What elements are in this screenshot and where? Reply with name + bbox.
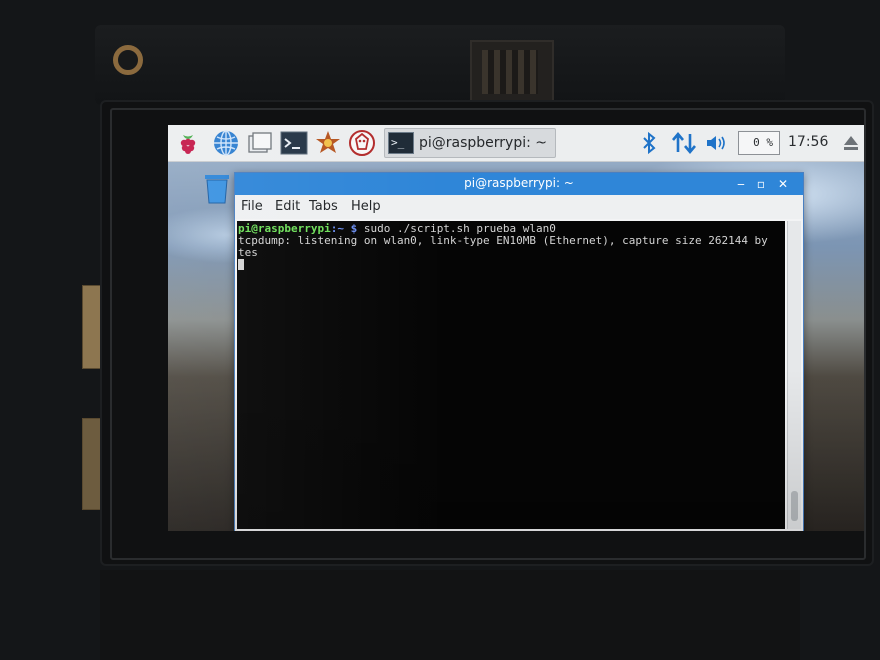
file-manager-icon[interactable] [246, 129, 274, 157]
wolfram-icon[interactable] [348, 129, 376, 157]
terminal-window: pi@raspberrypi: ~ ‒ ▫ ✕ File Edit Tabs H… [234, 172, 804, 531]
cursor-line [238, 259, 785, 272]
terminal-window-icon: >_ [388, 132, 414, 154]
pcb-board-bottom [100, 570, 800, 660]
cpu-usage-monitor[interactable]: 0 % [738, 131, 780, 155]
window-titlebar[interactable]: pi@raspberrypi: ~ ‒ ▫ ✕ [235, 173, 803, 195]
text-cursor [238, 259, 244, 270]
menu-tabs[interactable]: Tabs [309, 199, 338, 214]
menu-help[interactable]: Help [351, 199, 381, 214]
eject-icon[interactable] [842, 133, 860, 157]
raspberry-menu-icon[interactable] [174, 129, 202, 157]
scrollbar-thumb[interactable] [791, 491, 798, 521]
math-kernel-icon[interactable] [314, 129, 342, 157]
mounting-hole [113, 45, 143, 75]
terminal-output[interactable]: pi@raspberrypi:~ $ sudo ./script.sh prue… [237, 221, 785, 529]
window-title: pi@raspberrypi: ~ [464, 176, 574, 190]
bluetooth-icon[interactable] [640, 131, 658, 159]
taskbar: >_ pi@raspberrypi: ~ 0 % 17:56 [168, 125, 864, 162]
close-icon[interactable]: ✕ [775, 176, 791, 192]
taskbar-window-label: pi@raspberrypi: ~ [419, 135, 548, 151]
taskbar-window-button[interactable]: >_ pi@raspberrypi: ~ [384, 128, 556, 158]
network-icon[interactable] [671, 131, 697, 159]
pcb-board-top [95, 25, 785, 105]
output-line: tcpdump: listening on wlan0, link-type E… [238, 234, 768, 247]
terminal-icon[interactable] [280, 129, 308, 157]
gpio-connector [470, 40, 554, 106]
screen: >_ pi@raspberrypi: ~ 0 % 17:56 pi@raspbe… [168, 125, 864, 531]
menu-bar: File Edit Tabs Help [235, 195, 803, 219]
output-line: tes [238, 246, 258, 259]
terminal-scrollbar[interactable] [787, 221, 801, 529]
maximize-icon[interactable]: ▫ [753, 176, 769, 192]
clock[interactable]: 17:56 [788, 134, 828, 150]
volume-icon[interactable] [705, 133, 729, 157]
trash-icon[interactable] [202, 171, 232, 205]
minimize-icon[interactable]: ‒ [733, 176, 749, 192]
menu-edit[interactable]: Edit [275, 199, 300, 214]
web-browser-icon[interactable] [212, 129, 240, 157]
menu-file[interactable]: File [241, 199, 263, 214]
